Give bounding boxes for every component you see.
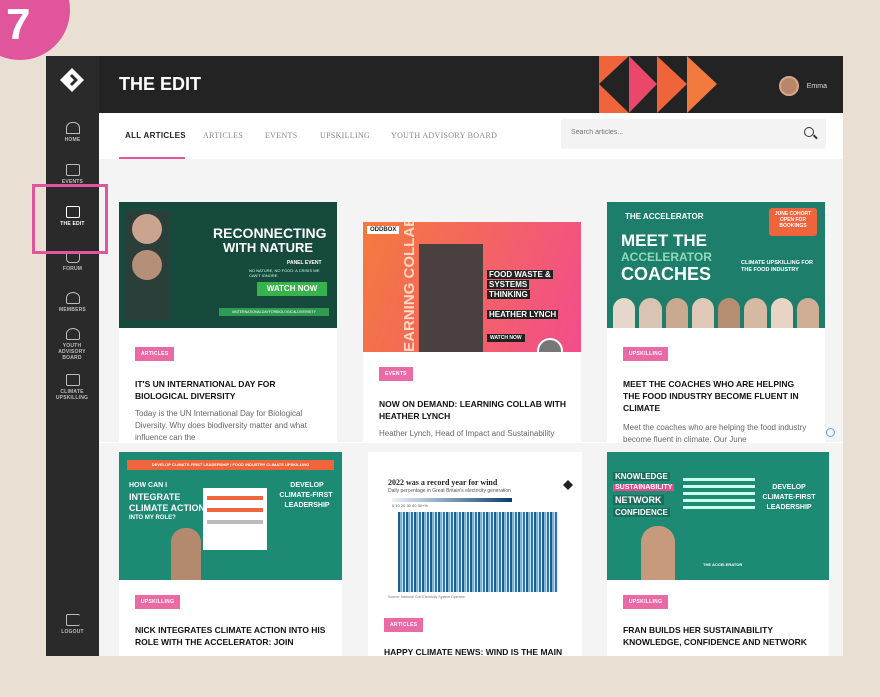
category-tag[interactable]: ARTICLES [135, 347, 175, 361]
article-title[interactable]: NOW ON DEMAND: LEARNING COLLAB WITH HEAT… [379, 398, 567, 422]
sidebar-item-home[interactable]: HOME [46, 122, 99, 143]
article-card[interactable]: DEVELOP CLIMATE-FIRST LEADERSHIP | FOOD … [119, 452, 342, 656]
article-excerpt: Today is the UN International Day for Bi… [135, 409, 307, 442]
sidebar-item-events[interactable]: EVENTS [46, 164, 99, 185]
sidebar-item-climate-upskilling[interactable]: CLIMATE UPSKILLING [46, 374, 99, 401]
logo-icon [563, 480, 573, 490]
tab-bar: ALL ARTICLES ARTICLES EVENTS UPSKILLING … [99, 113, 843, 159]
speaker-photos [125, 210, 169, 320]
tab-youth-advisory-board[interactable]: YOUTH ADVISORY BOARD [391, 131, 497, 140]
category-tag[interactable]: UPSKILLING [135, 595, 181, 609]
active-tab-indicator [119, 157, 185, 159]
article-title[interactable]: IT'S UN INTERNATIONAL DAY FOR BIOLOGICAL… [135, 378, 323, 402]
article-excerpt: Heather Lynch, Head of Impact and Sustai… [379, 429, 555, 438]
tab-events[interactable]: EVENTS [265, 131, 297, 140]
article-thumbnail: DEVELOP CLIMATE-FIRST LEADERSHIP | FOOD … [119, 452, 342, 580]
user-icon [65, 328, 80, 340]
color-scale [392, 498, 512, 502]
article-title[interactable]: MEET THE COACHES WHO ARE HELPING THE FOO… [623, 378, 811, 414]
article-excerpt: Meet the coaches who are helping the foo… [623, 423, 807, 442]
user-name: Emma [806, 82, 827, 90]
category-tag[interactable]: UPSKILLING [623, 595, 669, 609]
category-tag[interactable]: UPSKILLING [623, 347, 669, 361]
top-bar: THE EDIT Emma [99, 56, 843, 113]
highlight-box [32, 184, 108, 254]
coach-photos [613, 298, 819, 328]
sidebar-item-logout[interactable]: LOGOUT [46, 614, 99, 635]
user-menu[interactable]: Emma [778, 76, 827, 96]
article-card[interactable]: RECONNECTING WITH NATURE PANEL EVENT NO … [119, 202, 337, 442]
person-photo [641, 526, 675, 580]
person-photo [171, 528, 201, 580]
avatar [537, 338, 563, 352]
search-box [561, 119, 826, 149]
avatar [778, 76, 799, 96]
sidebar: HOME EVENTS THE EDIT FORUM MEMBERS YOUTH… [46, 56, 99, 656]
logout-icon [65, 614, 80, 626]
search-input[interactable] [571, 129, 771, 136]
chat-bubble-icon[interactable] [826, 428, 835, 437]
page-title: THE EDIT [119, 74, 202, 94]
article-card[interactable]: 2022 was a record year for wind Daily pe… [368, 452, 582, 656]
heatmap [398, 512, 558, 592]
article-title[interactable]: NICK INTEGRATES CLIMATE ACTION INTO HIS … [135, 624, 328, 648]
upskilling-icon [65, 374, 80, 386]
step-number: 7 [6, 0, 31, 49]
article-card[interactable]: ODDBOX LEARNING COLLAB FOOD WASTE & SYST… [363, 222, 581, 442]
tab-upskilling[interactable]: UPSKILLING [320, 131, 370, 140]
tab-all-articles[interactable]: ALL ARTICLES [125, 131, 186, 140]
article-card[interactable]: THE ACCELERATOR MEET THE ACCELERATOR COA… [607, 202, 825, 442]
logo-icon[interactable] [58, 66, 86, 94]
search-icon[interactable] [804, 127, 814, 137]
article-title[interactable]: HAPPY CLIMATE NEWS: WIND IS THE MAIN [384, 646, 568, 656]
sidebar-item-forum[interactable]: FORUM [46, 251, 99, 272]
article-thumbnail: 2022 was a record year for wind Daily pe… [368, 452, 582, 602]
home-icon [65, 122, 80, 134]
speaker-photo [419, 244, 483, 352]
article-thumbnail: ODDBOX LEARNING COLLAB FOOD WASTE & SYST… [363, 222, 581, 352]
article-thumbnail: RECONNECTING WITH NATURE PANEL EVENT NO … [119, 202, 337, 328]
sidebar-item-youth-advisory-board[interactable]: YOUTH ADVISORY BOARD [46, 328, 99, 361]
triangle-pattern-icon [599, 56, 717, 113]
article-title[interactable]: FRAN BUILDS HER SUSTAINABILITY KNOWLEDGE… [623, 624, 815, 648]
article-card[interactable]: KNOWLEDGE SUSTAINABILITY NETWORK CONFIDE… [607, 452, 829, 656]
sidebar-item-members[interactable]: MEMBERS [46, 292, 99, 313]
tab-articles[interactable]: ARTICLES [203, 131, 243, 140]
article-thumbnail: THE ACCELERATOR MEET THE ACCELERATOR COA… [607, 202, 825, 328]
app-window: HOME EVENTS THE EDIT FORUM MEMBERS YOUTH… [46, 56, 843, 656]
category-tag[interactable]: ARTICLES [384, 618, 424, 632]
members-icon [65, 292, 80, 304]
category-tag[interactable]: EVENTS [379, 367, 413, 381]
calendar-icon [65, 164, 80, 176]
article-thumbnail: KNOWLEDGE SUSTAINABILITY NETWORK CONFIDE… [607, 452, 829, 580]
divider [99, 442, 843, 443]
